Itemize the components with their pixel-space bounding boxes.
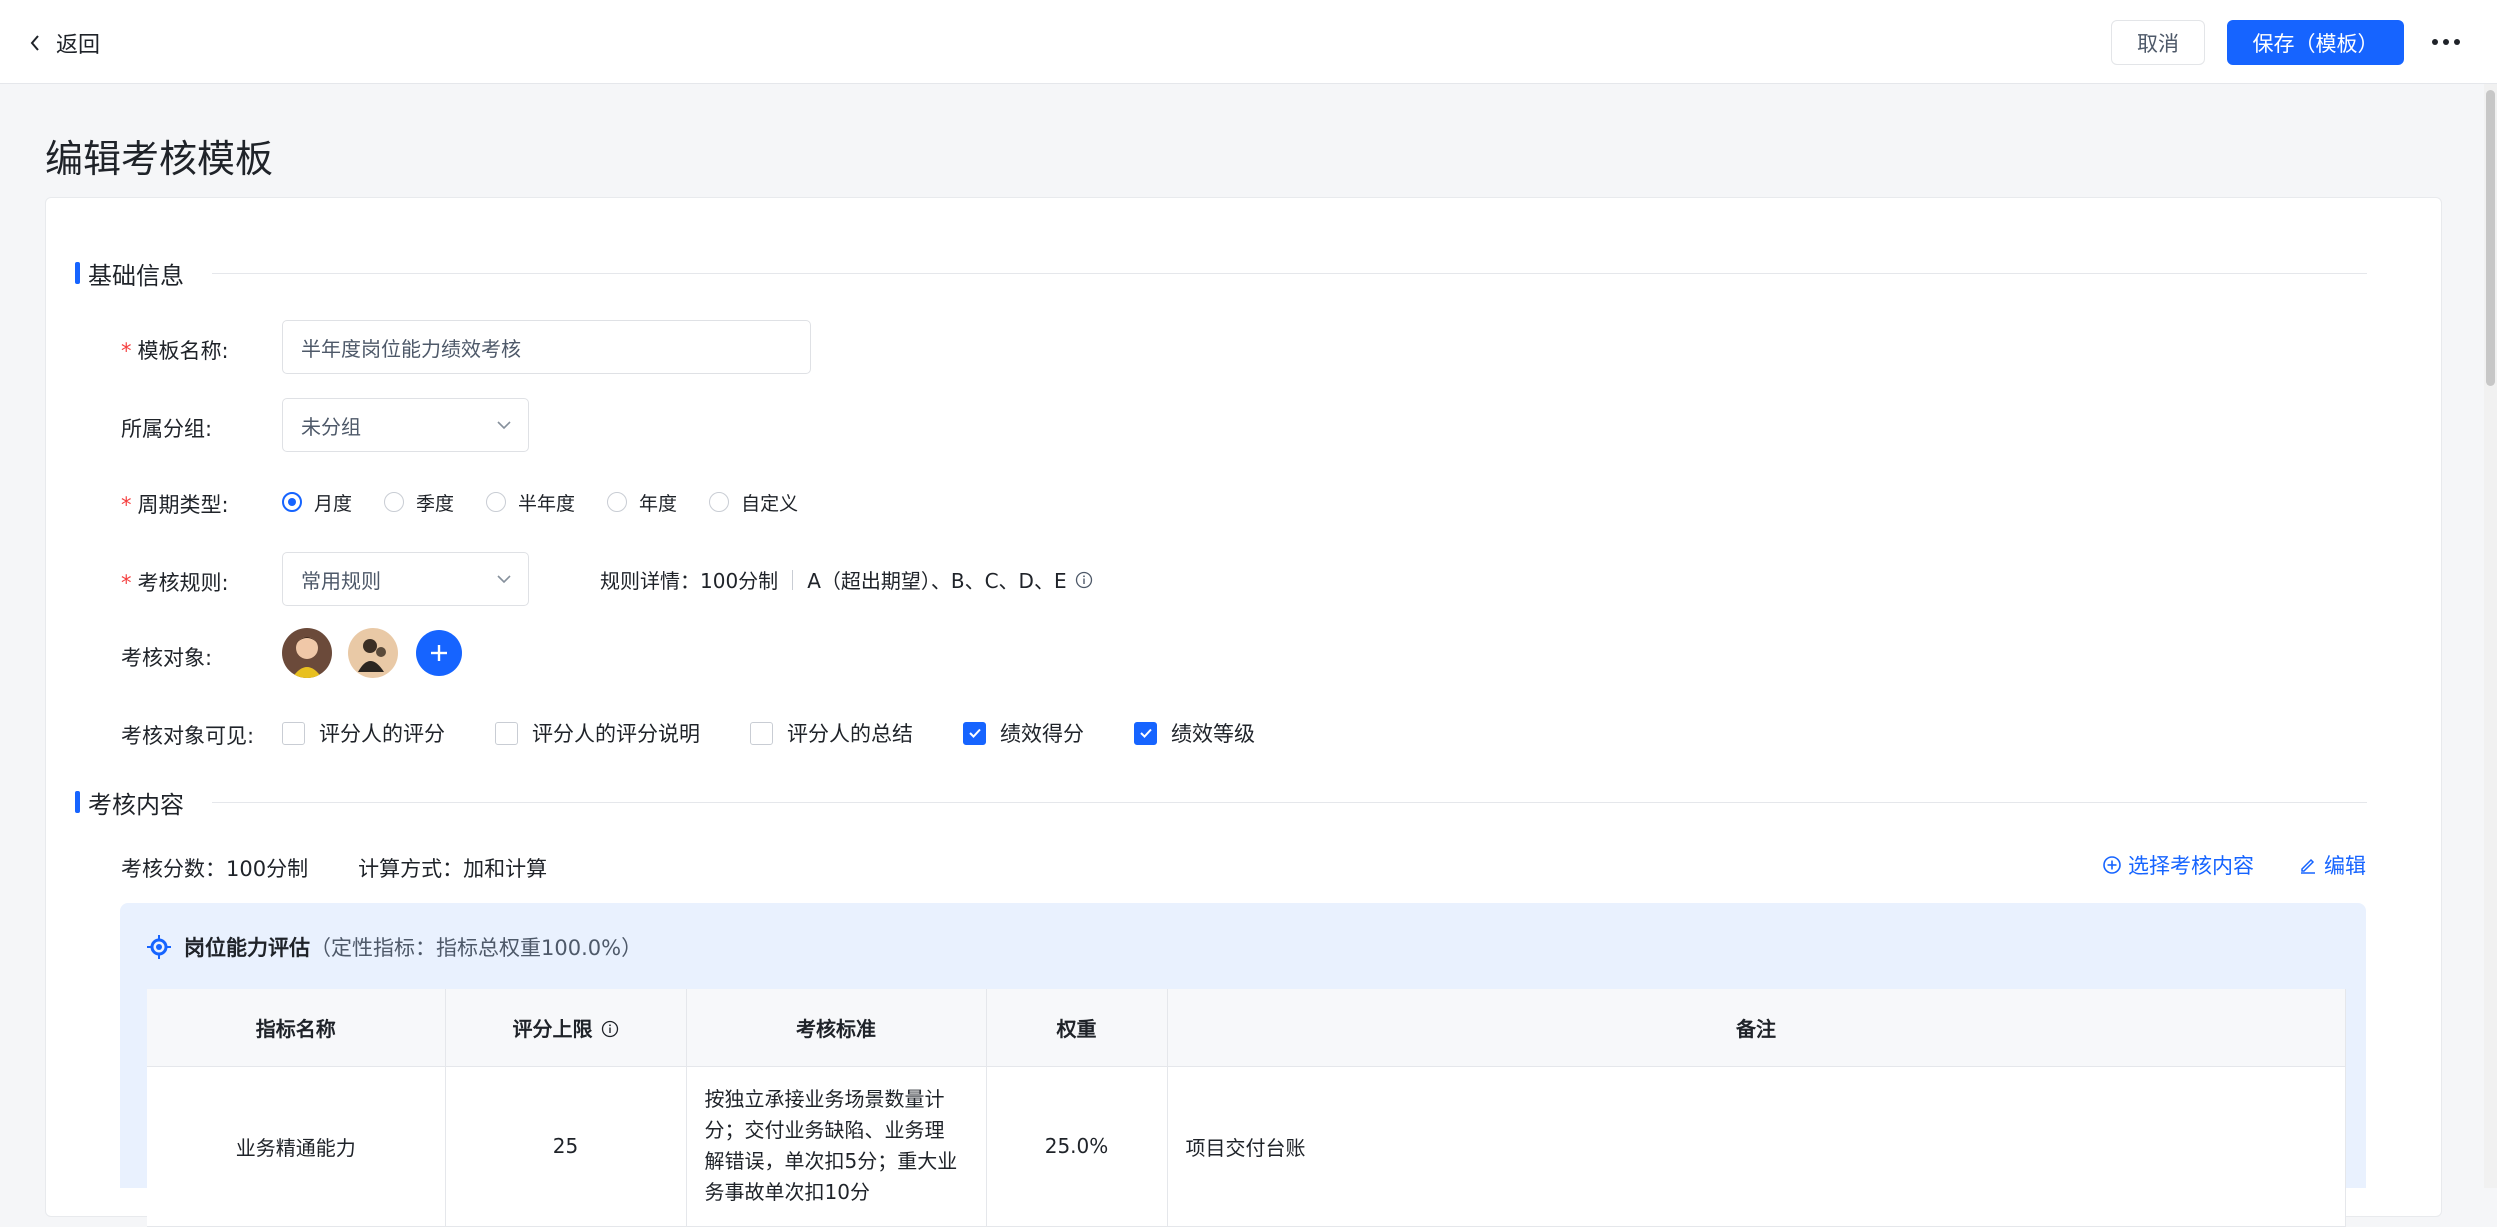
chevron-down-icon xyxy=(497,421,511,430)
radio-circle-icon xyxy=(607,492,628,512)
radio-circle-icon xyxy=(486,492,507,512)
section-basic-info: 基础信息 xyxy=(75,258,2367,290)
info-icon[interactable] xyxy=(601,1020,619,1038)
avatar[interactable] xyxy=(282,628,332,678)
cancel-button[interactable]: 取消 xyxy=(2111,20,2205,65)
rule-select[interactable]: 常用规则 xyxy=(282,552,529,606)
info-icon[interactable] xyxy=(1075,571,1093,589)
indicator-table: 指标名称 评分上限 考核标准 权重 备注 业务精通能力 25 按独立承接业务场景… xyxy=(147,989,2346,1227)
template-name-input[interactable]: 半年度岗位能力绩效考核 xyxy=(282,320,811,374)
required-mark: * xyxy=(121,493,132,517)
checkmark-icon xyxy=(963,721,986,745)
group-label: 所属分组: xyxy=(121,417,213,441)
edit-icon xyxy=(2301,858,2315,874)
section-title: 考核内容 xyxy=(88,790,184,819)
required-mark: * xyxy=(121,571,132,595)
table-header-row: 指标名称 评分上限 考核标准 权重 备注 xyxy=(147,989,2346,1067)
radio-circle-icon xyxy=(384,492,405,512)
radio-custom[interactable]: 自定义 xyxy=(709,489,798,516)
checkmark-icon xyxy=(1134,721,1157,745)
more-icon[interactable] xyxy=(2428,26,2464,58)
target-label: 考核对象: xyxy=(121,646,213,670)
visible-label: 考核对象可见: xyxy=(121,724,255,748)
radio-monthly[interactable]: 月度 xyxy=(282,489,352,516)
cycle-type-label: * 周期类型: xyxy=(121,493,229,517)
top-bar: 返回 取消 保存（模板） xyxy=(0,0,2497,84)
cycle-type-radio-group: 月度 季度 半年度 年度 自定义 xyxy=(282,488,830,516)
rule-label: * 考核规则: xyxy=(121,571,229,595)
content-summary: 考核分数：100分制 计算方式：加和计算 xyxy=(121,853,547,883)
select-content-link[interactable]: 选择考核内容 xyxy=(2102,850,2254,880)
edit-link[interactable]: 编辑 xyxy=(2298,850,2366,880)
column-header: 考核标准 xyxy=(686,989,987,1067)
chevron-left-icon xyxy=(30,35,39,51)
column-header: 评分上限 xyxy=(445,989,687,1067)
scrollbar-thumb[interactable] xyxy=(2486,90,2495,386)
template-name-label: * 模板名称: xyxy=(121,339,229,363)
add-target-button[interactable] xyxy=(416,630,462,676)
section-title: 基础信息 xyxy=(88,261,184,290)
dimension-subtitle: （定性指标：指标总权重100.0%） xyxy=(310,936,643,960)
checkbox-icon xyxy=(750,721,773,745)
rule-detail: 规则详情：100分制 A（超出期望）、B、C、D、E xyxy=(600,565,1093,594)
column-header: 备注 xyxy=(1167,989,2346,1067)
save-template-button[interactable]: 保存（模板） xyxy=(2227,20,2404,65)
group-select[interactable]: 未分组 xyxy=(282,398,529,452)
page-title: 编辑考核模板 xyxy=(45,137,274,181)
plus-circle-icon xyxy=(2103,856,2121,874)
avatar[interactable] xyxy=(348,628,398,678)
back-button[interactable]: 返回 xyxy=(28,26,100,60)
table-row[interactable]: 业务精通能力 25 按独立承接业务场景数量计分；交付业务缺陷、业务理解错误，单次… xyxy=(147,1066,2346,1227)
dimension-name: 岗位能力评估 xyxy=(184,936,310,960)
radio-quarterly[interactable]: 季度 xyxy=(384,489,454,516)
checkbox-icon xyxy=(495,721,518,745)
radio-circle-icon xyxy=(709,492,730,512)
assessment-standard: 按独立承接业务场景数量计分；交付业务缺陷、业务理解错误，单次扣5分；重大业务事故… xyxy=(686,1066,987,1227)
radio-yearly[interactable]: 年度 xyxy=(607,489,677,516)
checkbox-rater-score[interactable]: 评分人的评分 xyxy=(282,718,445,748)
chevron-down-icon xyxy=(497,575,511,584)
plus-icon xyxy=(431,645,447,661)
checkbox-performance-score[interactable]: 绩效得分 xyxy=(963,718,1084,748)
remark: 项目交付台账 xyxy=(1167,1066,2346,1227)
back-label: 返回 xyxy=(56,33,101,58)
checkbox-rater-summary[interactable]: 评分人的总结 xyxy=(750,718,913,748)
column-header: 权重 xyxy=(986,989,1168,1067)
weight: 25.0% xyxy=(986,1066,1168,1227)
radio-circle-icon xyxy=(282,492,302,512)
score-system: 考核分数：100分制 xyxy=(121,857,309,881)
checkbox-performance-grade[interactable]: 绩效等级 xyxy=(1134,718,1255,748)
required-mark: * xyxy=(121,339,132,363)
checkbox-rater-comment[interactable]: 评分人的评分说明 xyxy=(495,718,700,748)
dimension-title: 岗位能力评估（定性指标：指标总权重100.0%） xyxy=(146,932,642,962)
checkbox-icon xyxy=(282,721,305,745)
score-limit: 25 xyxy=(445,1066,687,1227)
calc-method: 计算方式：加和计算 xyxy=(358,857,548,881)
section-assessment-content: 考核内容 xyxy=(75,787,2367,819)
column-header: 指标名称 xyxy=(147,989,446,1067)
indicator-name: 业务精通能力 xyxy=(147,1066,446,1227)
target-icon xyxy=(147,935,171,959)
visible-checkbox-group: 评分人的评分 评分人的评分说明 评分人的总结 绩效得分 绩效等级 xyxy=(282,718,1305,748)
radio-half-year[interactable]: 半年度 xyxy=(486,489,575,516)
